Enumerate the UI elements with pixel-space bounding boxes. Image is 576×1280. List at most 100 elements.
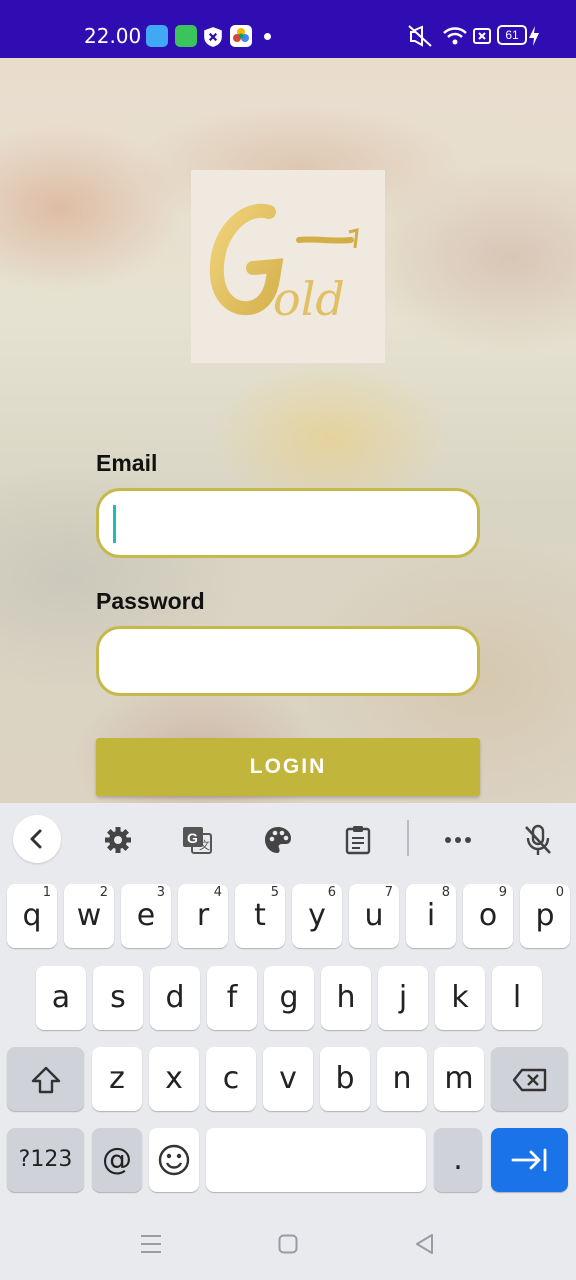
text-cursor [113, 505, 116, 543]
key-m[interactable]: m [434, 1047, 484, 1111]
key-a-label: a [51, 980, 71, 1015]
key-y[interactable]: y6 [292, 884, 342, 948]
home-icon[interactable] [278, 1234, 298, 1254]
symbols-key-label: ?123 [18, 1147, 73, 1172]
key-u-hint: 7 [384, 885, 393, 900]
shield-icon [204, 27, 222, 47]
key-x[interactable]: x [149, 1047, 199, 1111]
key-c[interactable]: c [206, 1047, 256, 1111]
key-p-hint: 0 [555, 885, 564, 900]
key-t-hint: 5 [270, 885, 279, 900]
key-w-hint: 2 [99, 885, 108, 900]
key-v[interactable]: v [263, 1047, 313, 1111]
settings-icon [105, 827, 131, 853]
key-n[interactable]: n [377, 1047, 427, 1111]
mute-vibrate-icon [408, 25, 432, 47]
tab-next-icon [511, 1148, 547, 1172]
svg-text:文: 文 [199, 838, 210, 852]
key-i[interactable]: i8 [406, 884, 456, 948]
key-f[interactable]: f [207, 966, 257, 1030]
key-w-label: w [76, 898, 102, 933]
key-k-label: k [451, 980, 469, 1015]
keyboard-theme-button[interactable] [256, 818, 300, 862]
status-time: 22.00 [84, 24, 142, 48]
key-b[interactable]: b [320, 1047, 370, 1111]
key-y-label: y [308, 898, 326, 933]
key-d[interactable]: d [150, 966, 200, 1030]
next-key[interactable] [491, 1128, 568, 1192]
key-r-label: r [196, 898, 210, 933]
recents-icon[interactable] [140, 1234, 162, 1254]
key-l[interactable]: l [492, 966, 542, 1030]
symbols-key[interactable]: ?123 [7, 1128, 84, 1192]
backspace-icon [512, 1068, 547, 1092]
period-key-label: . [453, 1142, 463, 1177]
key-m-label: m [444, 1061, 474, 1096]
keyboard-translate-button[interactable]: G 文 [175, 818, 219, 862]
key-q-label: q [22, 898, 42, 933]
period-key[interactable]: . [434, 1128, 482, 1192]
key-a[interactable]: a [36, 966, 86, 1030]
key-k[interactable]: k [435, 966, 485, 1030]
email-field[interactable] [96, 488, 480, 558]
key-i-label: i [426, 898, 436, 933]
key-n-label: n [392, 1061, 412, 1096]
key-o-hint: 9 [498, 885, 507, 900]
app-blue-icon [146, 25, 168, 47]
key-r-hint: 4 [213, 885, 222, 900]
wifi-icon [443, 27, 467, 45]
notification-dot [264, 33, 271, 40]
charging-icon [529, 26, 539, 46]
key-w[interactable]: w2 [64, 884, 114, 948]
backspace-key[interactable] [491, 1047, 568, 1111]
system-nav-bar [0, 1200, 576, 1280]
at-key-label: @ [102, 1142, 132, 1177]
key-q[interactable]: q1 [7, 884, 57, 948]
svg-text:G: G [187, 830, 198, 846]
key-g[interactable]: g [264, 966, 314, 1030]
key-v-label: v [279, 1061, 297, 1096]
app-green-icon [175, 25, 197, 47]
key-e[interactable]: e3 [121, 884, 171, 948]
key-p[interactable]: p0 [520, 884, 570, 948]
keyboard-back-button[interactable] [13, 815, 61, 863]
key-s[interactable]: s [93, 966, 143, 1030]
keyboard-more-button[interactable] [436, 818, 480, 862]
key-o[interactable]: o9 [463, 884, 513, 948]
password-field[interactable] [96, 626, 480, 696]
key-u[interactable]: u7 [349, 884, 399, 948]
email-label: Email [96, 450, 158, 476]
key-q-hint: 1 [42, 885, 51, 900]
key-t[interactable]: t5 [235, 884, 285, 948]
key-s-label: s [110, 980, 126, 1015]
shift-key[interactable] [7, 1047, 84, 1111]
key-j[interactable]: j [378, 966, 428, 1030]
clipboard-icon [345, 826, 371, 855]
sim-icon [473, 28, 491, 44]
keyboard-clipboard-button[interactable] [336, 818, 380, 862]
key-l-label: l [512, 980, 522, 1015]
key-p-label: p [535, 898, 555, 933]
space-key[interactable] [206, 1128, 426, 1192]
emoji-key[interactable] [149, 1128, 199, 1192]
key-z-label: z [109, 1061, 125, 1096]
keyboard-voice-button[interactable] [516, 818, 560, 862]
key-g-label: g [279, 980, 299, 1015]
key-h[interactable]: h [321, 966, 371, 1030]
gold-logo: old [191, 170, 385, 363]
at-key[interactable]: @ [92, 1128, 142, 1192]
password-label: Password [96, 588, 205, 614]
key-z[interactable]: z [92, 1047, 142, 1111]
photos-icon [230, 25, 252, 47]
key-b-label: b [335, 1061, 355, 1096]
login-button[interactable]: LOGIN [96, 738, 480, 796]
toolbar-separator [407, 820, 409, 856]
key-i-hint: 8 [441, 885, 450, 900]
mic-off-icon [525, 824, 551, 855]
keyboard-settings-button[interactable] [96, 818, 140, 862]
key-d-label: d [165, 980, 185, 1015]
back-icon[interactable] [414, 1233, 434, 1255]
key-r[interactable]: r4 [178, 884, 228, 948]
key-x-label: x [165, 1061, 183, 1096]
key-f-label: f [226, 980, 238, 1015]
